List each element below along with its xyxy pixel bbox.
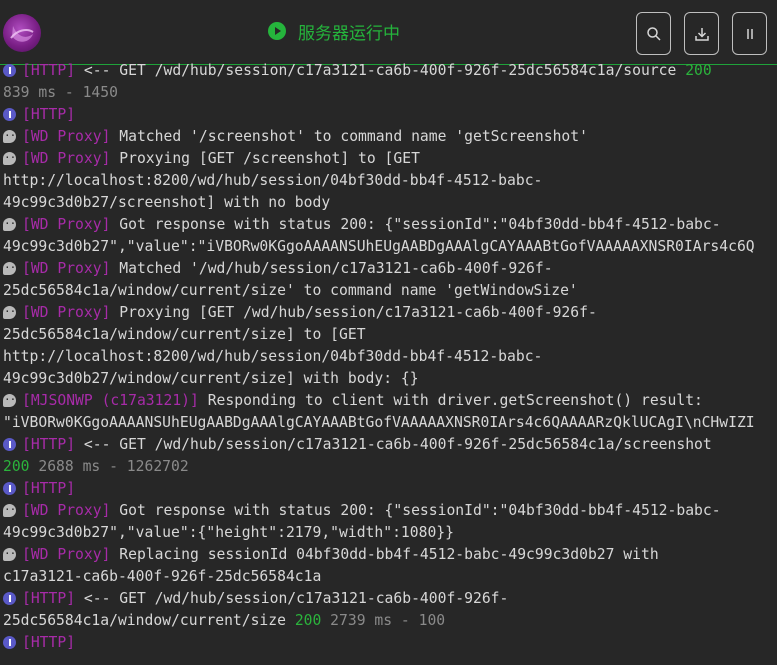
status-code: 200 — [3, 458, 30, 475]
log-line: 25dc56584c1a/window/current/size 200 273… — [3, 610, 775, 632]
server-status: 服务器运行中 — [268, 19, 400, 44]
log-line: [WD Proxy] Got response with status 200:… — [3, 500, 775, 522]
log-line: [HTTP] — [3, 478, 775, 500]
log-line: http://localhost:8200/wd/hub/session/04b… — [3, 170, 775, 192]
search-icon — [646, 26, 661, 41]
log-message: 49c99c3d0b27/window/current/size] with b… — [3, 370, 419, 387]
timing-text: 2688 ms - 1262702 — [29, 458, 189, 475]
log-tag: [MJSONWP (c17a3121)] — [22, 392, 199, 409]
log-tag: [HTTP] — [22, 62, 76, 79]
log-line: [HTTP] — [3, 104, 775, 126]
message-icon — [3, 500, 21, 521]
log-message: Replacing sessionId 04bf30dd-bb4f-4512-b… — [110, 546, 659, 563]
log-line: 49c99c3d0b27/screenshot] with no body — [3, 192, 775, 214]
log-line: [WD Proxy] Matched '/wd/hub/session/c17a… — [3, 258, 775, 280]
log-message: 25dc56584c1a/window/current/size' to com… — [3, 282, 578, 299]
log-tag: [HTTP] — [22, 106, 76, 123]
log-line: [HTTP] — [3, 632, 775, 654]
message-icon — [3, 148, 21, 169]
log-message: 49c99c3d0b27/screenshot] with no body — [3, 194, 331, 211]
log-line: 200 2688 ms - 1262702 — [3, 456, 775, 478]
log-line: [HTTP] <-- GET /wd/hub/session/c17a3121-… — [3, 588, 775, 610]
status-code: 200 — [294, 612, 322, 629]
log-message: Matched '/screenshot' to command name 'g… — [110, 128, 588, 145]
log-message: 49c99c3d0b27","value":{"height":2179,"wi… — [3, 524, 454, 541]
message-icon — [3, 302, 21, 323]
log-tag: [WD Proxy] — [22, 260, 111, 277]
info-icon — [3, 438, 16, 451]
log-message: http://localhost:8200/wd/hub/session/04b… — [3, 348, 543, 365]
log-line: [MJSONWP (c17a3121)] Responding to clien… — [3, 390, 775, 412]
log-tag: [HTTP] — [22, 480, 76, 497]
info-icon — [3, 636, 16, 649]
log-tag: [HTTP] — [22, 590, 76, 607]
log-message: 25dc56584c1a/window/current/size] to [GE… — [3, 326, 366, 343]
log-message: Proxying [GET /wd/hub/session/c17a3121-c… — [110, 304, 597, 321]
log-line: [HTTP] <-- GET /wd/hub/session/c17a3121-… — [3, 434, 775, 456]
log-message: Responding to client with driver.getScre… — [198, 392, 703, 409]
info-icon — [3, 64, 16, 77]
log-message: Matched '/wd/hub/session/c17a3121-ca6b-4… — [110, 260, 553, 277]
download-logs-button[interactable] — [684, 12, 719, 55]
download-icon — [694, 27, 709, 41]
log-line: [WD Proxy] Proxying [GET /screenshot] to… — [3, 148, 775, 170]
info-icon — [3, 482, 16, 495]
log-line: "iVBORw0KGgoAAAANSUhEUgAABDgAAAlgCAYAAAB… — [3, 412, 775, 434]
log-tag: [WD Proxy] — [22, 216, 111, 233]
info-icon — [3, 108, 16, 121]
message-icon — [3, 258, 21, 279]
log-line: [WD Proxy] Got response with status 200:… — [3, 214, 775, 236]
log-message: <-- GET /wd/hub/session/c17a3121-ca6b-40… — [75, 436, 712, 453]
server-log[interactable]: [HTTP] <-- GET /wd/hub/session/c17a3121-… — [3, 60, 775, 654]
log-line: http://localhost:8200/wd/hub/session/04b… — [3, 346, 775, 368]
timing-text: 839 ms - 1450 — [3, 84, 118, 101]
log-message: Got response with status 200: {"sessionI… — [110, 216, 721, 233]
log-tag: [WD Proxy] — [22, 128, 111, 145]
message-icon — [3, 390, 21, 411]
log-message: <-- GET /wd/hub/session/c17a3121-ca6b-40… — [75, 590, 509, 607]
log-line: [WD Proxy] Replacing sessionId 04bf30dd-… — [3, 544, 775, 566]
log-line: 49c99c3d0b27","value":"iVBORw0KGgoAAAANS… — [3, 236, 775, 258]
status-code: 200 — [685, 62, 712, 79]
log-tag: [WD Proxy] — [22, 546, 111, 563]
log-line: [WD Proxy] Matched '/screenshot' to comm… — [3, 126, 775, 148]
appium-logo-icon — [3, 14, 41, 52]
log-tag: [WD Proxy] — [22, 304, 111, 321]
timing-text: 2739 ms - 100 — [321, 612, 446, 629]
toolbar: 服务器运行中 — [0, 0, 777, 65]
log-message: 25dc56584c1a/window/current/size — [3, 612, 295, 629]
log-message: Got response with status 200: {"sessionI… — [110, 502, 721, 519]
log-line: [WD Proxy] Proxying [GET /wd/hub/session… — [3, 302, 775, 324]
log-tag: [HTTP] — [22, 634, 76, 651]
log-message: <-- GET /wd/hub/session/c17a3121-ca6b-40… — [75, 62, 686, 79]
log-line: 49c99c3d0b27","value":{"height":2179,"wi… — [3, 522, 775, 544]
log-tag: [HTTP] — [22, 436, 76, 453]
log-message: Proxying [GET /screenshot] to [GET — [110, 150, 420, 167]
message-icon — [3, 214, 21, 235]
info-icon — [3, 592, 16, 605]
pause-icon — [746, 28, 753, 39]
search-button[interactable] — [636, 12, 671, 55]
log-line: 25dc56584c1a/window/current/size' to com… — [3, 280, 775, 302]
log-message: 49c99c3d0b27","value":"iVBORw0KGgoAAAANS… — [3, 238, 755, 255]
log-tag: [WD Proxy] — [22, 502, 111, 519]
log-line: [HTTP] <-- GET /wd/hub/session/c17a3121-… — [3, 60, 775, 82]
log-tag: [WD Proxy] — [22, 150, 111, 167]
log-line: c17a3121-ca6b-400f-926f-25dc56584c1a — [3, 566, 775, 588]
server-status-label: 服务器运行中 — [298, 23, 400, 44]
log-message: http://localhost:8200/wd/hub/session/04b… — [3, 172, 543, 189]
message-icon — [3, 126, 21, 147]
log-line: 49c99c3d0b27/window/current/size] with b… — [3, 368, 775, 390]
play-status-icon — [268, 22, 286, 40]
message-icon — [3, 544, 21, 565]
log-line: 25dc56584c1a/window/current/size] to [GE… — [3, 324, 775, 346]
log-message: c17a3121-ca6b-400f-926f-25dc56584c1a — [3, 568, 322, 585]
log-message: "iVBORw0KGgoAAAANSUhEUgAABDgAAAlgCAYAAAB… — [3, 414, 755, 431]
pause-button[interactable] — [732, 12, 767, 55]
log-line: 839 ms - 1450 — [3, 82, 775, 104]
